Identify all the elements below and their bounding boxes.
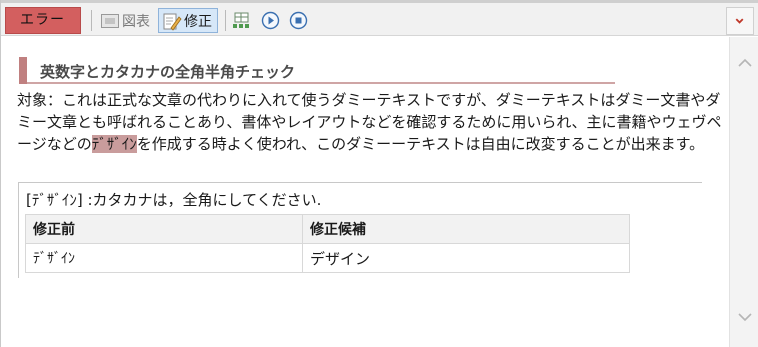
correction-table: 修正前 修正候補 ﾃﾞｻﾞｲﾝ デザイン [25, 214, 630, 273]
toolbar-separator [91, 10, 92, 31]
section-header: 英数字とカタカナの全角半角チェック [19, 57, 615, 84]
toolbar: エラー 図表 修正 [1, 0, 758, 36]
target-text: 対象：これは正式な文章の代わりに入れて使うダミーテキストですが、ダミーテキストは… [17, 89, 723, 155]
table-header-row: 修正前 修正候補 [25, 214, 630, 244]
toolbar-separator [225, 10, 226, 31]
column-header-candidate: 修正候補 [302, 214, 630, 244]
grid-icon[interactable] [232, 11, 251, 30]
figure-button-label: 図表 [122, 13, 150, 30]
figure-button[interactable]: 図表 [99, 8, 152, 33]
content-area: 英数字とカタカナの全角半角チェック 対象：これは正式な文章の代わりに入れて使うダ… [2, 37, 728, 347]
proofreading-panel: エラー 図表 修正 英数字とカタカナの全角半角チェック 対象：これは正式な文章の… [0, 0, 758, 347]
column-header-before: 修正前 [25, 214, 303, 244]
section-title: 英数字とカタカナの全角半角チェック [40, 63, 296, 81]
play-icon[interactable] [261, 11, 280, 30]
original-text-cell: ﾃﾞｻﾞｲﾝ [25, 243, 303, 273]
error-tab[interactable]: エラー [5, 7, 81, 34]
edit-icon [163, 13, 182, 31]
edit-button-label: 修正 [184, 13, 212, 30]
edit-button[interactable]: 修正 [158, 8, 218, 33]
error-detail: [ﾃﾞｻﾞｲﾝ] :カタカナは，全角にしてください. 修正前 修正候補 ﾃﾞｻﾞ… [18, 182, 702, 278]
table-row: ﾃﾞｻﾞｲﾝ デザイン [25, 243, 630, 273]
chevron-down-icon [735, 18, 744, 24]
suggestion-cell[interactable]: デザイン [302, 243, 630, 273]
section-marker [19, 57, 27, 84]
error-message: [ﾃﾞｻﾞｲﾝ] :カタカナは，全角にしてください. [26, 191, 322, 209]
dropdown-button[interactable] [726, 7, 754, 35]
target-text-after: を作成する時よく使われ、このダミーーテキストは自由に改変することが出来ます。 [136, 135, 705, 153]
scroll-down-icon[interactable] [736, 307, 754, 325]
scroll-up-icon[interactable] [736, 55, 754, 73]
figure-icon [101, 13, 119, 28]
error-highlight[interactable]: ﾃﾞｻﾞｲﾝ [91, 135, 137, 153]
stop-icon[interactable] [289, 11, 308, 30]
vertical-scrollbar[interactable] [729, 37, 758, 347]
